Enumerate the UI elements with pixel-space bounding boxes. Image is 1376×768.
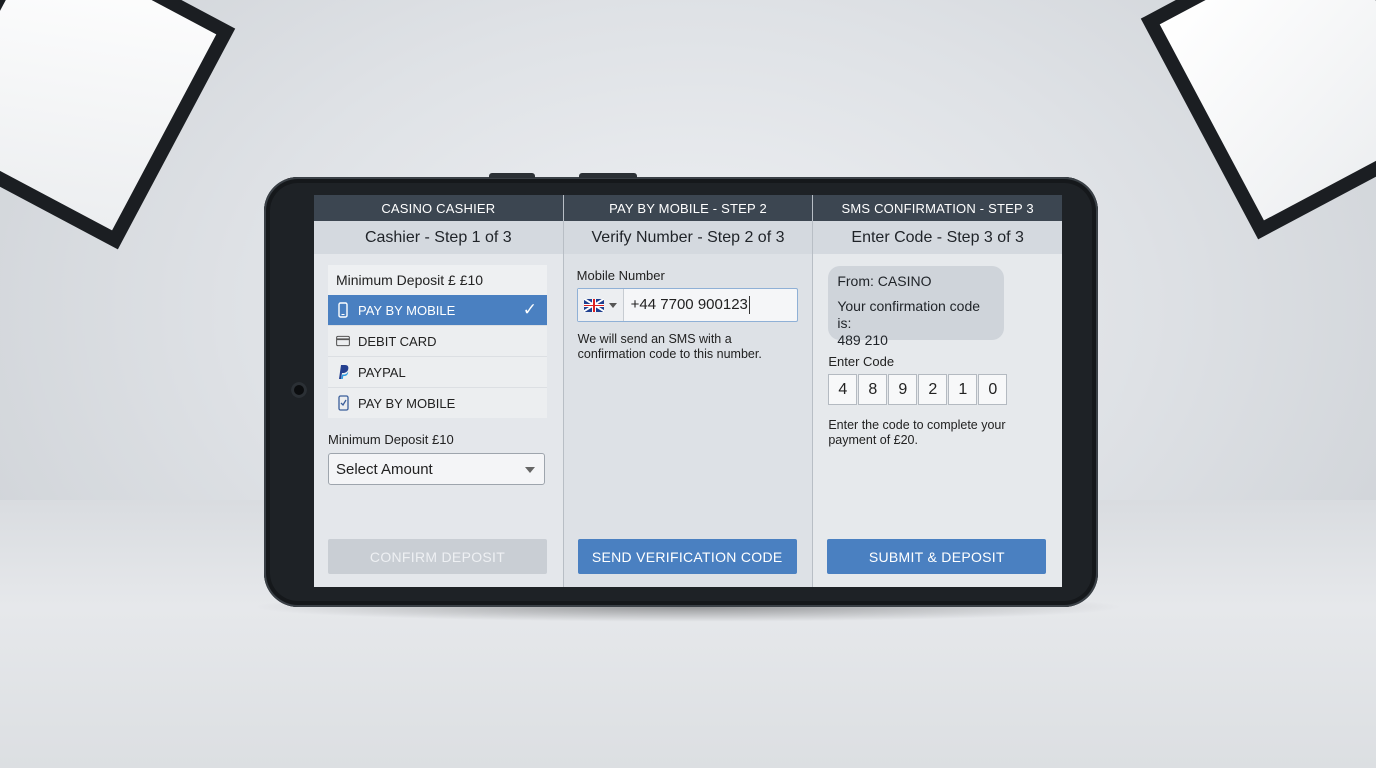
- credit-card-icon: [336, 333, 350, 349]
- sms-text: Your confirmation code is:: [837, 298, 981, 331]
- code-digit-input[interactable]: 8: [858, 374, 888, 405]
- method-debit-card[interactable]: DEBIT CARD: [328, 325, 547, 356]
- method-label: PAY BY MOBILE: [358, 395, 456, 411]
- enter-code-label: Enter Code: [828, 354, 895, 369]
- step-3-subtitle: Enter Code - Step 3 of 3: [813, 221, 1062, 254]
- step-2-header: PAY BY MOBILE - STEP 2: [563, 195, 813, 221]
- softbox-light-right: [1140, 0, 1376, 240]
- cashier-step-1-panel: CASINO CASHIER Cashier - Step 1 of 3 Min…: [314, 195, 564, 587]
- verify-number-step-2-panel: PAY BY MOBILE - STEP 2 Verify Number - S…: [563, 195, 814, 587]
- mobile-number-input[interactable]: +44 7700 900123: [576, 288, 798, 322]
- step-3-header: SMS CONFIRMATION - STEP 3: [813, 195, 1062, 221]
- payment-hint-text: Enter the code to complete your payment …: [828, 418, 1006, 447]
- sms-code: 489 210: [837, 332, 888, 348]
- front-camera: [291, 382, 307, 398]
- phone-screen: CASINO CASHIER Cashier - Step 1 of 3 Min…: [314, 195, 1062, 587]
- chevron-down-icon: [608, 302, 617, 308]
- amount-label: Minimum Deposit £10: [328, 432, 454, 447]
- method-label: PAY BY MOBILE: [358, 302, 456, 318]
- sms-hint-text: We will send an SMS with a confirmation …: [577, 332, 762, 361]
- mobile-number-value: +44 7700 900123: [630, 295, 750, 315]
- amount-select[interactable]: Select Amount: [328, 453, 545, 485]
- code-digit-input[interactable]: 2: [918, 374, 948, 405]
- uk-flag-icon: [583, 298, 604, 312]
- mobile-phone-icon: [336, 302, 350, 318]
- sms-message-bubble: From: CASINO Your confirmation code is: …: [828, 266, 1005, 348]
- power-button: [579, 173, 637, 178]
- smartphone: CASINO CASHIER Cashier - Step 1 of 3 Min…: [264, 173, 1098, 607]
- code-digit-input[interactable]: 0: [978, 374, 1008, 405]
- check-icon: ✓: [522, 300, 537, 319]
- send-verification-code-button[interactable]: SEND VERIFICATION CODE: [577, 539, 797, 574]
- method-paypal[interactable]: PAYPAL: [328, 356, 547, 387]
- paypal-icon: [336, 364, 350, 380]
- code-digit-input[interactable]: 1: [948, 374, 978, 405]
- method-pay-by-mobile-alt[interactable]: PAY BY MOBILE: [328, 387, 547, 418]
- amount-select-value: Select Amount: [336, 460, 433, 478]
- method-list-title: Minimum Deposit £ £10: [328, 265, 547, 295]
- step-2-subtitle: Verify Number - Step 2 of 3: [563, 221, 813, 254]
- sms-confirmation-step-3-panel: SMS CONFIRMATION - STEP 3 Enter Code - S…: [813, 195, 1062, 587]
- method-label: PAYPAL: [358, 364, 406, 380]
- softbox-light-left: [0, 0, 236, 250]
- country-code-select[interactable]: [577, 289, 624, 321]
- sms-sender: From: CASINO: [837, 273, 932, 289]
- confirm-deposit-button[interactable]: CONFIRM DEPOSIT: [328, 539, 547, 574]
- code-digit-input[interactable]: 4: [828, 374, 858, 405]
- mobile-number-label: Mobile Number: [576, 268, 665, 283]
- code-input-group: 4 8 9 2 1 0: [828, 374, 1008, 405]
- checked-phone-icon: [336, 395, 350, 411]
- chevron-down-icon: [525, 467, 535, 473]
- step-1-subtitle: Cashier - Step 1 of 3: [314, 221, 563, 254]
- submit-deposit-button[interactable]: SUBMIT & DEPOSIT: [827, 539, 1047, 574]
- step-1-header: CASINO CASHIER: [314, 195, 563, 221]
- code-digit-input[interactable]: 9: [888, 374, 918, 405]
- method-label: DEBIT CARD: [358, 333, 437, 349]
- volume-button: [489, 173, 535, 178]
- payment-method-list: Minimum Deposit £ £10 PAY BY MOBILE ✓ DE…: [328, 265, 547, 418]
- method-pay-by-mobile[interactable]: PAY BY MOBILE ✓: [328, 295, 547, 325]
